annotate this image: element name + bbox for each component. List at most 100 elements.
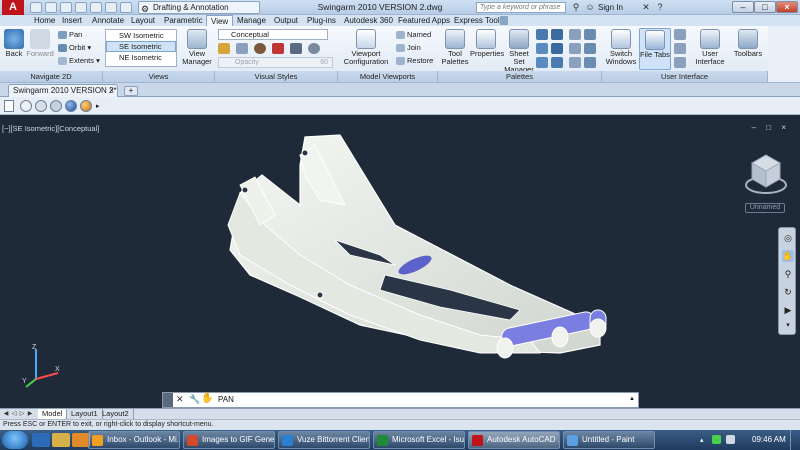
undo-icon[interactable]	[105, 2, 117, 13]
tab-featured-apps[interactable]: Featured Apps	[394, 15, 454, 26]
close-tab-icon[interactable]: ×	[109, 85, 114, 97]
tile-horizontal-icon[interactable]	[674, 29, 686, 40]
markup-icon[interactable]	[551, 29, 563, 40]
tab-view[interactable]: View	[206, 15, 234, 26]
3d-hidden-icon[interactable]	[50, 100, 62, 112]
conceptual-icon[interactable]	[80, 100, 92, 112]
swingarm-model[interactable]	[0, 115, 800, 408]
first-layout-icon[interactable]: ◀	[2, 410, 10, 418]
save-icon[interactable]	[60, 2, 72, 13]
viewport-configuration-button[interactable]: Viewport Configuration	[341, 29, 391, 66]
task-autocad[interactable]: Autodesk AutoCAD ...	[468, 431, 560, 449]
view-item-ne-isometric[interactable]: NE Isometric	[106, 52, 176, 63]
user-interface-button[interactable]: User Interface	[692, 29, 728, 66]
file-tab-swingarm[interactable]: Swingarm 2010 VERSION 2* ×	[8, 84, 118, 97]
redo-icon[interactable]	[120, 2, 132, 13]
model-viewport[interactable]: [−][SE Isometric][Conceptual] – □ × Unna…	[0, 115, 800, 408]
layer-icon[interactable]	[569, 29, 581, 40]
task-images-to-gif[interactable]: Images to GIF Gener...	[183, 431, 275, 449]
application-menu-button[interactable]: A	[2, 0, 24, 15]
exchange-icon[interactable]: ✕	[640, 2, 652, 13]
2d-wireframe-icon[interactable]	[20, 100, 32, 112]
visual-style-dropdown[interactable]: Conceptual	[218, 29, 328, 40]
pan-button[interactable]: Pan	[58, 30, 82, 40]
tab-home[interactable]: Home	[30, 15, 59, 26]
command-line-grip[interactable]	[163, 393, 173, 407]
close-button[interactable]: ×	[776, 1, 798, 13]
ucs-menu[interactable]: Unnamed	[745, 203, 785, 213]
sheet-set-manager-button[interactable]: Sheet Set Manager	[503, 29, 535, 74]
last-layout-icon[interactable]: ▶	[26, 410, 34, 418]
next-layout-icon[interactable]: ▷	[18, 410, 26, 418]
forward-button[interactable]: Forward	[26, 29, 54, 58]
explorer-icon[interactable]	[52, 433, 70, 447]
tool-palettes-button[interactable]: Tool Palettes	[440, 29, 470, 66]
material-icon[interactable]	[254, 43, 266, 54]
steering-wheel-icon[interactable]: ◎	[782, 232, 794, 244]
task-excel[interactable]: Microsoft Excel - Isuz...	[373, 431, 465, 449]
clock[interactable]: 09:46 AM	[752, 435, 786, 444]
new-file-icon[interactable]	[30, 2, 42, 13]
visual-style-more-icon[interactable]: ▸	[96, 102, 100, 110]
ribbon-minimize-icon[interactable]	[500, 16, 508, 25]
help-icon[interactable]: ?	[654, 2, 666, 13]
prev-layout-icon[interactable]: ◁	[10, 410, 18, 418]
blocks-icon[interactable]	[584, 43, 596, 54]
quickcalc-icon[interactable]	[551, 43, 563, 54]
customize-icon[interactable]: 🔧	[189, 394, 200, 405]
sign-in-link[interactable]: Sign In	[598, 0, 623, 15]
zoom-icon[interactable]: ⚲	[782, 268, 794, 280]
tab-parametric[interactable]: Parametric	[160, 15, 207, 26]
layer-state-icon[interactable]	[569, 43, 581, 54]
back-button[interactable]: Back	[3, 29, 25, 58]
maximize-button[interactable]: □	[754, 1, 776, 13]
sun-icon[interactable]	[308, 43, 320, 54]
pan-hand-icon[interactable]: ✋	[782, 250, 794, 262]
view-item-se-isometric[interactable]: SE Isometric	[106, 41, 176, 52]
3d-wireframe-icon[interactable]	[35, 100, 47, 112]
tab-insert[interactable]: Insert	[58, 15, 86, 26]
account-icon[interactable]: ☺	[584, 2, 596, 13]
color-icon[interactable]	[272, 43, 284, 54]
sheet-icon[interactable]	[584, 29, 596, 40]
view-item-sw-isometric[interactable]: SW Isometric	[106, 30, 176, 41]
command-line[interactable]: ✕ 🔧 ✋ PAN ▲	[162, 392, 639, 408]
tab-express-tools[interactable]: Express Tools	[450, 15, 508, 26]
join-viewports-button[interactable]: Join	[396, 43, 421, 53]
properties-button[interactable]: Properties	[470, 29, 504, 58]
volume-icon[interactable]	[726, 435, 735, 444]
tile-vertical-icon[interactable]	[674, 43, 686, 54]
tab-autodesk-360[interactable]: Autodesk 360	[340, 15, 397, 26]
tools-icon[interactable]	[569, 57, 581, 68]
tab-layout[interactable]: Layout	[127, 15, 159, 26]
search-icon[interactable]: ⚲	[570, 2, 582, 13]
views-list[interactable]: SW Isometric SE Isometric NE Isometric	[105, 29, 177, 67]
switch-windows-button[interactable]: Switch Windows	[604, 29, 638, 66]
nav-bar-menu-icon[interactable]: ▾	[782, 320, 794, 332]
extents-button[interactable]: Extents ▾	[58, 56, 100, 66]
plot-icon[interactable]	[90, 2, 102, 13]
search-input[interactable]: Type a keyword or phrase	[476, 2, 566, 13]
task-vuze[interactable]: Vuze Bittorrent Client	[278, 431, 370, 449]
lights-icon[interactable]	[290, 43, 302, 54]
tab-manage[interactable]: Manage	[233, 15, 270, 26]
showmotion-icon[interactable]: ▶	[782, 304, 794, 316]
command-history-icon[interactable]: ▲	[629, 396, 635, 402]
show-desktop-button[interactable]	[790, 430, 800, 450]
workspace-dropdown[interactable]: ⚙ Drafting & Annotation	[138, 1, 260, 14]
dbconnect-icon[interactable]	[551, 57, 563, 68]
tab-annotate[interactable]: Annotate	[88, 15, 128, 26]
cascade-icon[interactable]	[674, 57, 686, 68]
viewcube[interactable]	[742, 149, 790, 197]
view-manager-button[interactable]: View Manager	[180, 29, 214, 66]
tab-plug-ins[interactable]: Plug-ins	[303, 15, 340, 26]
orbit-icon[interactable]: ↻	[782, 286, 794, 298]
external-references-icon[interactable]	[536, 57, 548, 68]
orbit-button[interactable]: Orbit ▾	[58, 43, 91, 53]
materials-icon[interactable]	[584, 57, 596, 68]
command-input[interactable]: PAN	[218, 395, 234, 404]
named-viewports-button[interactable]: Named	[396, 30, 431, 40]
save-as-icon[interactable]	[75, 2, 87, 13]
task-outlook[interactable]: Inbox - Outlook - Mi...	[88, 431, 180, 449]
minimize-button[interactable]: –	[732, 1, 754, 13]
